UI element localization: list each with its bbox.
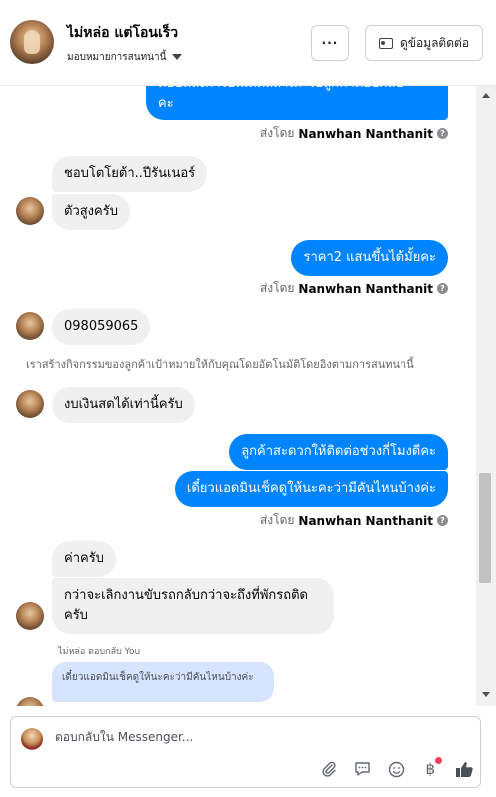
scroll-down-arrow-icon[interactable]	[482, 692, 490, 697]
outgoing-message[interactable]: เดี๋ยวแอดมินเช็คดูให้นะคะว่ามีคันไหนบ้าง…	[174, 471, 448, 507]
message-text: กว่าจะเลิกงานขับรถกลับกว่าจะถึงที่พักรถต…	[64, 588, 309, 603]
saved-reply-icon[interactable]	[353, 759, 373, 779]
outgoing-message[interactable]: ลูกค้าสะดวกให้ติดต่อช่วงกี่โมงดีคะ	[229, 434, 448, 470]
sent-by-label: ส่งโดย Nanwhan Nanthanit ?	[260, 279, 448, 298]
quoted-message[interactable]: เดี๋ยวแอดมินเช็คดูให้นะคะว่ามีคันไหนบ้าง…	[52, 662, 274, 702]
sent-by-prefix: ส่งโดย	[259, 281, 295, 295]
incoming-message[interactable]: งบเงินสดได้เท่านี้ครับ	[52, 387, 195, 423]
reply-context-label: ไม่หล่อ ตอบกลับ You	[58, 647, 141, 657]
reply-composer: ฿	[10, 716, 481, 788]
incoming-message[interactable]: กว่าจะเลิกงานขับรถกลับกว่าจะถึงที่พักรถต…	[52, 578, 334, 634]
page-avatar	[21, 728, 43, 750]
caret-down-icon	[172, 54, 183, 60]
conversation-header: ไม่หล่อ แต่โอนเร็ว มอบหมายการสนทนานี้ ··…	[0, 0, 496, 86]
attachment-icon[interactable]	[319, 759, 339, 779]
message-text: ตอบหลังการอัพเดตสถานะ รอลูกค้าตอบกลับ	[158, 86, 436, 94]
assign-label: มอบหมายการสนทนานี้	[67, 52, 167, 63]
help-icon[interactable]: ?	[437, 515, 448, 526]
sender-avatar	[16, 697, 44, 706]
message-text: ครับ	[64, 608, 88, 623]
message-text: 098059065	[64, 319, 139, 334]
outgoing-message[interactable]: ตอบหลังการอัพเดตสถานะ รอลูกค้าตอบกลับ คะ	[146, 86, 448, 120]
message-text: ลูกค้าสะดวกให้ติดต่อช่วงกี่โมงดีคะ	[241, 444, 436, 459]
help-icon[interactable]: ?	[437, 283, 448, 294]
sender-avatar	[16, 312, 44, 340]
sent-by-label: ส่งโดย Nanwhan Nanthanit ?	[260, 124, 448, 143]
sender-avatar	[16, 602, 44, 630]
outgoing-message[interactable]: ราคา2 แสนขึ้นได้มั้ยคะ	[291, 240, 448, 276]
contact-name[interactable]: ไม่หล่อ แต่โอนเร็ว	[67, 22, 178, 44]
composer-toolbar: ฿	[319, 757, 474, 779]
incoming-message[interactable]: ชอบโตโยต้า..ปีรันเนอร์	[52, 156, 208, 192]
sender-avatar	[16, 390, 44, 418]
sent-by-prefix: ส่งโดย	[259, 126, 295, 140]
message-text: งบเงินสดได้เท่านี้ครับ	[64, 397, 183, 412]
message-text: เดี๋ยวแอดมินเช็คดูให้นะคะว่ามีคันไหนบ้าง…	[186, 481, 436, 496]
message-input[interactable]	[55, 730, 435, 744]
sender-name: Nanwhan Nanthanit	[298, 126, 433, 141]
sender-avatar	[16, 197, 44, 225]
contact-card-icon	[378, 37, 393, 49]
more-label: ···	[321, 36, 339, 50]
message-text: ราคา2 แสนขึ้นได้มั้ยคะ	[303, 250, 436, 265]
baht-symbol: ฿	[425, 760, 436, 778]
notification-dot	[435, 757, 443, 764]
scroll-up-arrow-icon[interactable]	[482, 93, 490, 98]
scroll-thumb[interactable]	[479, 473, 491, 583]
sent-by-label: ส่งโดย Nanwhan Nanthanit ?	[260, 511, 448, 530]
incoming-message[interactable]: 098059065	[52, 309, 151, 345]
thread-scrollbar[interactable]	[476, 86, 496, 706]
view-contact-info-button[interactable]: ดูข้อมูลติดต่อ	[365, 25, 483, 61]
message-text: ชอบโตโยต้า..ปีรันเนอร์	[64, 166, 196, 181]
assign-conversation-dropdown[interactable]: มอบหมายการสนทนานี้	[67, 50, 183, 65]
payment-icon[interactable]: ฿	[420, 757, 443, 779]
sent-by-prefix: ส่งโดย	[259, 513, 295, 527]
incoming-message[interactable]: ค่าครับ	[52, 541, 116, 577]
incoming-message[interactable]: ตัวสูงครับ	[52, 194, 130, 230]
emoji-icon[interactable]	[387, 759, 407, 779]
help-icon[interactable]: ?	[437, 128, 448, 139]
info-button-label: ดูข้อมูลติดต่อ	[399, 35, 470, 50]
sender-name: Nanwhan Nanthanit	[298, 513, 433, 528]
contact-avatar[interactable]	[10, 20, 54, 64]
message-text: ค่าครับ	[64, 551, 104, 566]
message-text: ตัวสูงครับ	[64, 204, 118, 219]
like-icon[interactable]	[454, 759, 474, 779]
system-activity-note: เราสร้างกิจกรรมของลูกค้าเป้าหมายให้กับคุ…	[26, 358, 414, 371]
sender-name: Nanwhan Nanthanit	[298, 281, 433, 296]
more-options-button[interactable]: ···	[311, 25, 349, 61]
message-text: คะ	[158, 96, 174, 111]
message-thread[interactable]: ตอบหลังการอัพเดตสถานะ รอลูกค้าตอบกลับ คะ…	[0, 86, 476, 706]
